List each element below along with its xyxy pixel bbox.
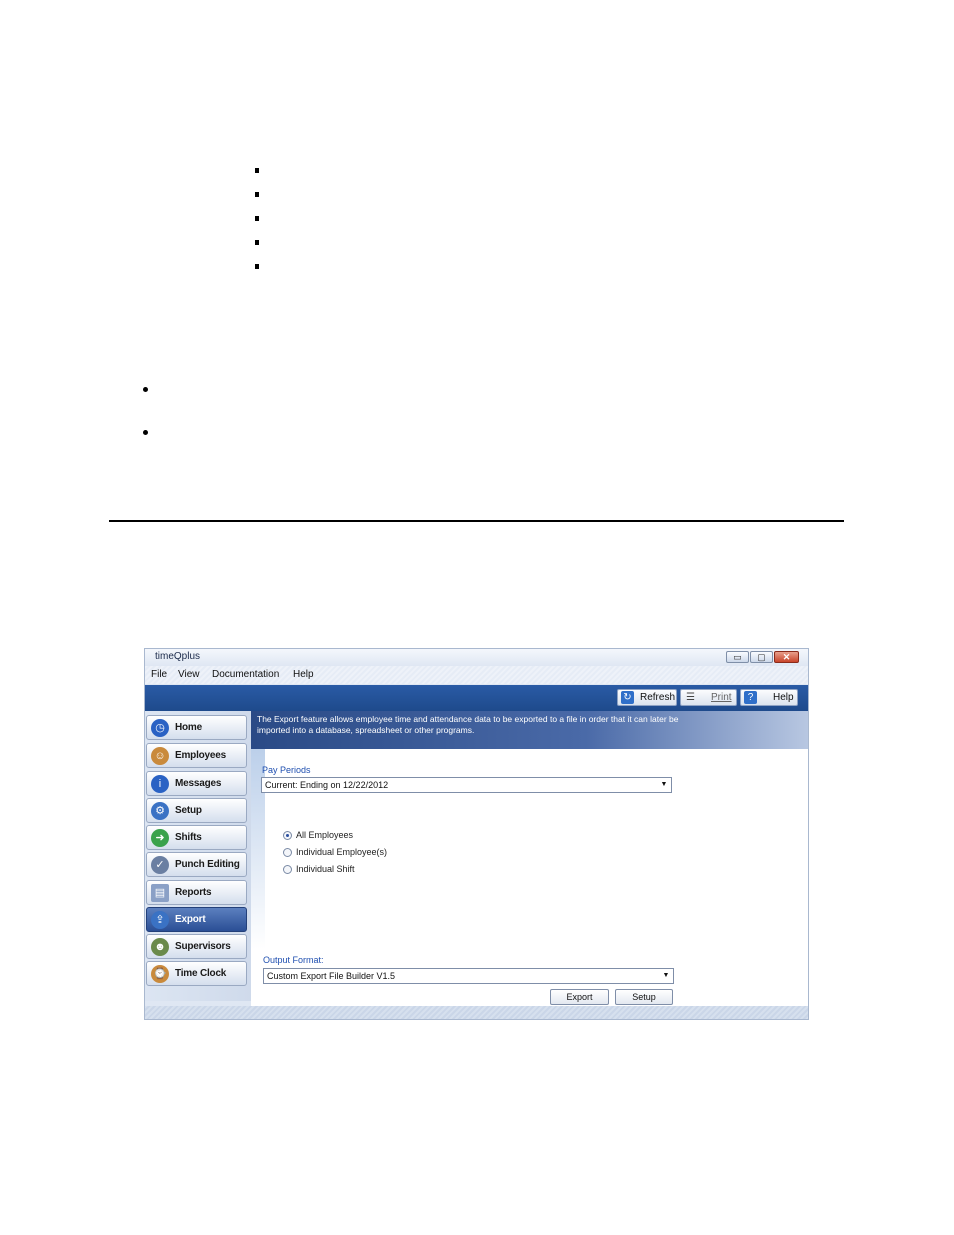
timeclock-icon: ⌚ xyxy=(151,965,169,983)
export-icon: ⇪ xyxy=(151,911,169,929)
print-icon: ☰ xyxy=(686,692,695,703)
banner-text: The Export feature allows employee time … xyxy=(257,714,679,735)
minimize-button[interactable]: ▭ xyxy=(726,651,749,663)
chevron-down-icon: ▼ xyxy=(662,972,670,979)
document-icon: ▤ xyxy=(151,884,169,902)
sidebar-item-label: Employees xyxy=(175,750,227,761)
bullet-square xyxy=(255,240,259,245)
sidebar-item-label: Punch Editing xyxy=(175,859,240,870)
print-button[interactable]: ☰ Print xyxy=(680,689,737,706)
app-window: timeQplus ▭ ▢ ✕ File View Documentation … xyxy=(144,648,809,1020)
shift-icon: ➜ xyxy=(151,829,169,847)
sidebar-item-messages[interactable]: i Messages xyxy=(146,771,247,796)
sidebar-item-label: Messages xyxy=(175,778,222,789)
sidebar-item-supervisors[interactable]: ☻ Supervisors xyxy=(146,934,247,959)
bullet-dot xyxy=(143,387,148,392)
bullet-square xyxy=(255,168,259,173)
bullet-square xyxy=(255,216,259,221)
menu-bar: File View Documentation Help xyxy=(145,666,808,684)
bullet-square xyxy=(255,264,259,269)
sidebar-item-employees[interactable]: ☺ Employees xyxy=(146,743,247,768)
print-label: Print xyxy=(711,692,732,703)
pay-periods-dropdown[interactable]: Current: Ending on 12/22/2012 ▼ xyxy=(261,777,672,793)
export-panel: The Export feature allows employee time … xyxy=(251,711,808,1011)
group-icon: ☻ xyxy=(151,938,169,956)
chevron-down-icon: ▼ xyxy=(660,781,668,788)
sidebar-item-shifts[interactable]: ➜ Shifts xyxy=(146,825,247,850)
window-title: timeQplus xyxy=(155,651,201,662)
sidebar-item-label: Export xyxy=(175,914,206,925)
refresh-button[interactable]: ↻ Refresh xyxy=(617,689,677,706)
sidebar-item-punch-editing[interactable]: ✓ Punch Editing xyxy=(146,852,247,877)
bullet-dot xyxy=(143,430,148,435)
radio-label: Individual Shift xyxy=(296,864,355,874)
close-button[interactable]: ✕ xyxy=(774,651,799,663)
sidebar-item-time-clock[interactable]: ⌚ Time Clock xyxy=(146,961,247,986)
output-format-value: Custom Export File Builder V1.5 xyxy=(267,971,396,981)
toolbar: ↻ Refresh ☰ Print ? Help xyxy=(145,685,808,711)
sidebar-item-label: Supervisors xyxy=(175,941,231,952)
info-icon: i xyxy=(151,775,169,793)
export-button[interactable]: Export xyxy=(550,989,609,1005)
sidebar-item-label: Setup xyxy=(175,805,202,816)
output-format-dropdown[interactable]: Custom Export File Builder V1.5 ▼ xyxy=(263,968,674,984)
help-label: Help xyxy=(773,692,794,703)
bullet-square xyxy=(255,192,259,197)
menu-documentation[interactable]: Documentation xyxy=(212,669,279,680)
maximize-button[interactable]: ▢ xyxy=(750,651,773,663)
sidebar-item-label: Home xyxy=(175,722,202,733)
output-format-label: Output Format: xyxy=(263,955,324,965)
status-bar xyxy=(145,1006,808,1019)
horizontal-rule xyxy=(109,520,844,522)
sidebar-item-home[interactable]: ◷ Home xyxy=(146,715,247,740)
pay-periods-label: Pay Periods xyxy=(262,765,311,775)
radio-label: Individual Employee(s) xyxy=(296,847,388,857)
sidebar-item-label: Time Clock xyxy=(175,968,227,979)
radio-button[interactable] xyxy=(283,831,292,840)
sidebar-item-label: Shifts xyxy=(175,832,202,843)
pay-periods-value: Current: Ending on 12/22/2012 xyxy=(265,780,389,790)
sidebar-item-setup[interactable]: ⚙ Setup xyxy=(146,798,247,823)
menu-view[interactable]: View xyxy=(178,669,200,680)
sidebar-item-export[interactable]: ⇪ Export xyxy=(146,907,247,932)
refresh-icon: ↻ xyxy=(621,691,634,704)
sidebar-item-label: Reports xyxy=(175,887,212,898)
description-banner: The Export feature allows employee time … xyxy=(251,711,808,749)
title-bar: timeQplus ▭ ▢ ✕ xyxy=(145,649,808,666)
menu-file[interactable]: File xyxy=(151,669,167,680)
radio-button[interactable] xyxy=(283,848,292,857)
check-icon: ✓ xyxy=(151,856,169,874)
sidebar-item-reports[interactable]: ▤ Reports xyxy=(146,880,247,905)
help-icon: ? xyxy=(744,691,757,704)
radio-button[interactable] xyxy=(283,865,292,874)
sidebar-nav: ◷ Home ☺ Employees i Messages ⚙ Setup ➜ … xyxy=(145,711,251,1001)
radio-label: All Employees xyxy=(296,830,354,840)
setup-button[interactable]: Setup xyxy=(615,989,673,1005)
help-button[interactable]: ? Help xyxy=(740,689,798,706)
person-icon: ☺ xyxy=(151,747,169,765)
menu-help[interactable]: Help xyxy=(293,669,314,680)
clock-icon: ◷ xyxy=(151,719,169,737)
refresh-label: Refresh xyxy=(640,692,676,703)
gear-icon: ⚙ xyxy=(151,802,169,820)
